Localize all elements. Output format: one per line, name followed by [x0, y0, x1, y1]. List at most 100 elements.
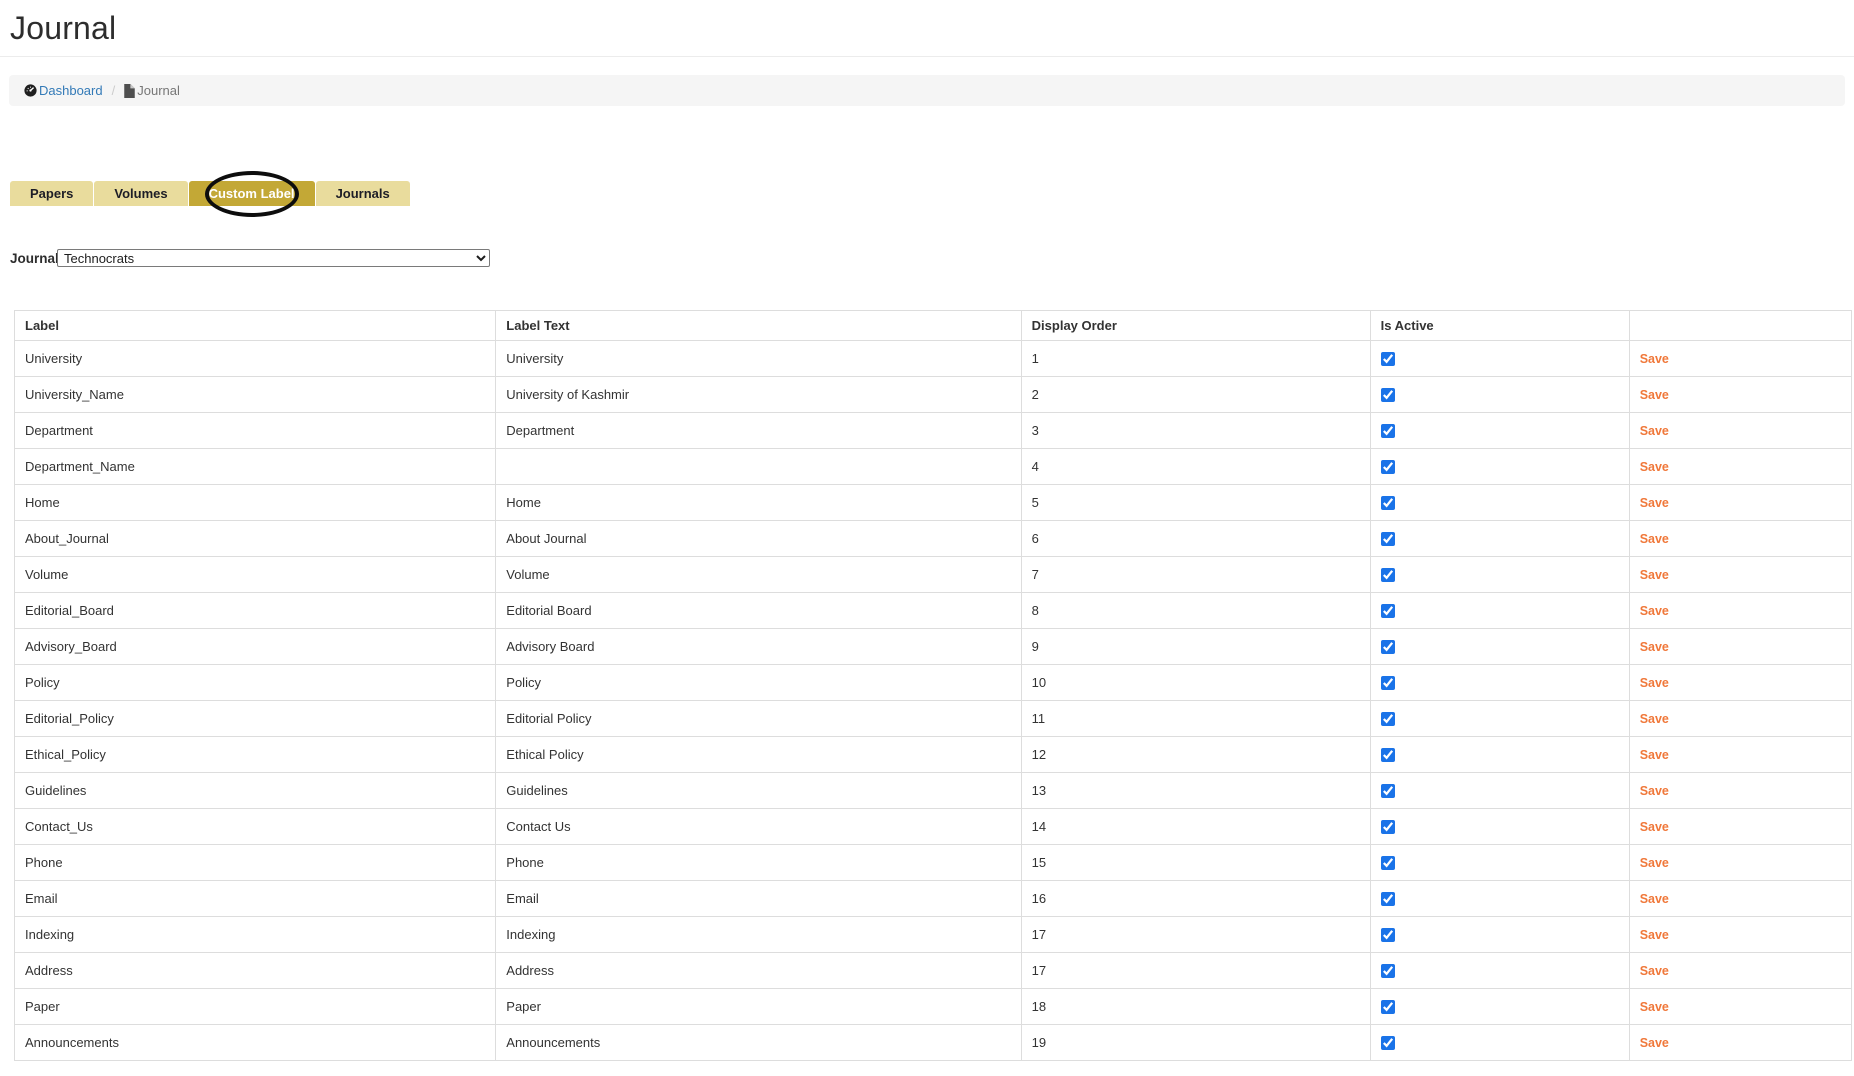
- is-active-checkbox[interactable]: [1381, 424, 1395, 438]
- is-active-checkbox[interactable]: [1381, 964, 1395, 978]
- label-cell: Editorial_Policy: [15, 701, 496, 737]
- save-button[interactable]: Save: [1640, 640, 1669, 654]
- save-button[interactable]: Save: [1640, 424, 1669, 438]
- is-active-cell: [1370, 557, 1629, 593]
- display-order-cell: 15: [1021, 845, 1370, 881]
- is-active-checkbox[interactable]: [1381, 460, 1395, 474]
- is-active-checkbox[interactable]: [1381, 712, 1395, 726]
- label-text-cell: Volume: [496, 557, 1021, 593]
- is-active-checkbox[interactable]: [1381, 1000, 1395, 1014]
- breadcrumb-dashboard-link[interactable]: Dashboard: [39, 83, 103, 98]
- save-button[interactable]: Save: [1640, 1000, 1669, 1014]
- label-text-cell: Ethical Policy: [496, 737, 1021, 773]
- breadcrumb-dashboard: Dashboard: [24, 83, 103, 98]
- save-button[interactable]: Save: [1640, 928, 1669, 942]
- is-active-checkbox[interactable]: [1381, 1036, 1395, 1050]
- table-header-row: Label Label Text Display Order Is Active: [15, 311, 1852, 341]
- save-button[interactable]: Save: [1640, 964, 1669, 978]
- save-cell: Save: [1629, 1025, 1851, 1061]
- is-active-checkbox[interactable]: [1381, 748, 1395, 762]
- is-active-checkbox[interactable]: [1381, 784, 1395, 798]
- is-active-checkbox[interactable]: [1381, 892, 1395, 906]
- is-active-checkbox[interactable]: [1381, 604, 1395, 618]
- is-active-checkbox[interactable]: [1381, 532, 1395, 546]
- table-row: University University 1 Save: [15, 341, 1852, 377]
- save-cell: Save: [1629, 557, 1851, 593]
- save-cell: Save: [1629, 485, 1851, 521]
- display-order-cell: 18: [1021, 989, 1370, 1025]
- save-cell: Save: [1629, 341, 1851, 377]
- is-active-cell: [1370, 989, 1629, 1025]
- save-button[interactable]: Save: [1640, 460, 1669, 474]
- display-order-cell: 1: [1021, 341, 1370, 377]
- table-row: About_Journal About Journal 6 Save: [15, 521, 1852, 557]
- save-button[interactable]: Save: [1640, 1036, 1669, 1050]
- tab-journals[interactable]: Journals: [316, 181, 410, 206]
- is-active-cell: [1370, 773, 1629, 809]
- is-active-checkbox[interactable]: [1381, 568, 1395, 582]
- save-button[interactable]: Save: [1640, 532, 1669, 546]
- label-cell: Address: [15, 953, 496, 989]
- save-button[interactable]: Save: [1640, 676, 1669, 690]
- is-active-checkbox[interactable]: [1381, 928, 1395, 942]
- custom-labels-table: Label Label Text Display Order Is Active…: [14, 310, 1852, 1061]
- save-button[interactable]: Save: [1640, 892, 1669, 906]
- label-text-cell: Contact Us: [496, 809, 1021, 845]
- is-active-cell: [1370, 485, 1629, 521]
- save-button[interactable]: Save: [1640, 748, 1669, 762]
- save-button[interactable]: Save: [1640, 712, 1669, 726]
- is-active-checkbox[interactable]: [1381, 856, 1395, 870]
- tab-volumes[interactable]: Volumes: [94, 181, 187, 206]
- label-cell: Advisory_Board: [15, 629, 496, 665]
- header-is-active: Is Active: [1370, 311, 1629, 341]
- label-text-cell: Paper: [496, 989, 1021, 1025]
- label-cell: Contact_Us: [15, 809, 496, 845]
- save-button[interactable]: Save: [1640, 496, 1669, 510]
- save-button[interactable]: Save: [1640, 352, 1669, 366]
- label-cell: About_Journal: [15, 521, 496, 557]
- header-label-text: Label Text: [496, 311, 1021, 341]
- table-row: Home Home 5 Save: [15, 485, 1852, 521]
- save-button[interactable]: Save: [1640, 388, 1669, 402]
- journal-select[interactable]: Technocrats: [57, 249, 490, 267]
- table-body: University University 1 Save University_…: [15, 341, 1852, 1061]
- save-button[interactable]: Save: [1640, 604, 1669, 618]
- label-cell: Home: [15, 485, 496, 521]
- save-button[interactable]: Save: [1640, 568, 1669, 582]
- display-order-cell: 7: [1021, 557, 1370, 593]
- tab-papers[interactable]: Papers: [10, 181, 93, 206]
- table-row: Phone Phone 15 Save: [15, 845, 1852, 881]
- save-button[interactable]: Save: [1640, 820, 1669, 834]
- is-active-checkbox[interactable]: [1381, 640, 1395, 654]
- save-cell: Save: [1629, 773, 1851, 809]
- label-text-cell: Indexing: [496, 917, 1021, 953]
- save-cell: Save: [1629, 809, 1851, 845]
- is-active-cell: [1370, 377, 1629, 413]
- table-row: Department_Name 4 Save: [15, 449, 1852, 485]
- label-text-cell: Home: [496, 485, 1021, 521]
- tab-custom-label[interactable]: Custom Label: [189, 181, 315, 206]
- label-cell: Department: [15, 413, 496, 449]
- is-active-checkbox[interactable]: [1381, 352, 1395, 366]
- save-cell: Save: [1629, 917, 1851, 953]
- is-active-cell: [1370, 665, 1629, 701]
- label-text-cell: Address: [496, 953, 1021, 989]
- table-row: Guidelines Guidelines 13 Save: [15, 773, 1852, 809]
- label-cell: Department_Name: [15, 449, 496, 485]
- is-active-checkbox[interactable]: [1381, 820, 1395, 834]
- display-order-cell: 16: [1021, 881, 1370, 917]
- display-order-cell: 3: [1021, 413, 1370, 449]
- is-active-cell: [1370, 845, 1629, 881]
- is-active-cell: [1370, 593, 1629, 629]
- is-active-checkbox[interactable]: [1381, 388, 1395, 402]
- is-active-checkbox[interactable]: [1381, 496, 1395, 510]
- save-button[interactable]: Save: [1640, 856, 1669, 870]
- display-order-cell: 10: [1021, 665, 1370, 701]
- table-row: Department Department 3 Save: [15, 413, 1852, 449]
- is-active-checkbox[interactable]: [1381, 676, 1395, 690]
- label-text-cell: Guidelines: [496, 773, 1021, 809]
- label-cell: Volume: [15, 557, 496, 593]
- is-active-cell: [1370, 1025, 1629, 1061]
- table-row: Announcements Announcements 19 Save: [15, 1025, 1852, 1061]
- save-button[interactable]: Save: [1640, 784, 1669, 798]
